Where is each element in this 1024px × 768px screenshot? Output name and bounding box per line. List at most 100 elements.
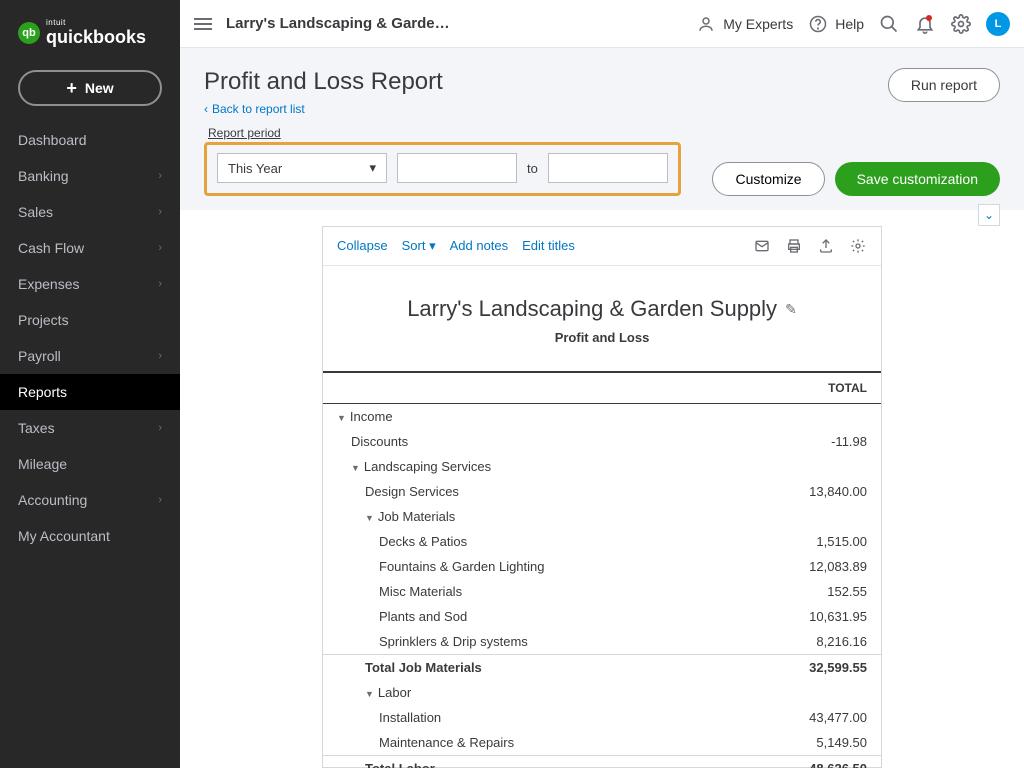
brand-intuit: intuit bbox=[46, 18, 146, 27]
report-area: Collapse Sort ▾ Add notes Edit titles bbox=[180, 210, 1024, 768]
row-label[interactable]: Misc Materials bbox=[323, 579, 732, 604]
row-label[interactable]: Total Labor bbox=[323, 756, 732, 768]
new-button[interactable]: + New bbox=[18, 70, 162, 106]
row-value[interactable]: 1,515.00 bbox=[732, 529, 881, 554]
user-avatar[interactable]: L bbox=[986, 12, 1010, 36]
edit-titles-link[interactable]: Edit titles bbox=[522, 238, 575, 254]
row-value[interactable]: 5,149.50 bbox=[732, 730, 881, 756]
sidebar-item-dashboard[interactable]: Dashboard bbox=[0, 122, 180, 158]
chevron-right-icon: › bbox=[158, 206, 162, 218]
notifications-icon[interactable] bbox=[914, 13, 936, 35]
sidebar-item-banking[interactable]: Banking› bbox=[0, 158, 180, 194]
email-icon[interactable] bbox=[753, 237, 771, 255]
export-icon[interactable] bbox=[817, 237, 835, 255]
hamburger-icon[interactable] bbox=[194, 18, 212, 30]
settings-gear-icon[interactable] bbox=[950, 13, 972, 35]
collapse-triangle-icon[interactable]: ▼ bbox=[365, 689, 374, 699]
table-row: Decks & Patios1,515.00 bbox=[323, 529, 881, 554]
table-row: Fountains & Garden Lighting12,083.89 bbox=[323, 554, 881, 579]
row-value[interactable]: 10,631.95 bbox=[732, 604, 881, 629]
print-icon[interactable] bbox=[785, 237, 803, 255]
run-report-button[interactable]: Run report bbox=[888, 68, 1000, 102]
row-value[interactable]: 13,840.00 bbox=[732, 479, 881, 504]
period-from-input[interactable] bbox=[397, 153, 517, 183]
notification-dot bbox=[926, 15, 932, 21]
row-value[interactable]: 32,599.55 bbox=[732, 655, 881, 681]
row-label[interactable]: Plants and Sod bbox=[323, 604, 732, 629]
sidebar-item-my-accountant[interactable]: My Accountant bbox=[0, 518, 180, 554]
expand-options-chevron[interactable]: ⌄ bbox=[978, 204, 1000, 226]
sidebar-item-accounting[interactable]: Accounting› bbox=[0, 482, 180, 518]
table-row: ▼Labor bbox=[323, 680, 881, 705]
customize-button[interactable]: Customize bbox=[712, 162, 824, 196]
sidebar-item-sales[interactable]: Sales › bbox=[0, 194, 180, 230]
report-period-label: Report period bbox=[208, 126, 681, 140]
my-experts-link[interactable]: My Experts bbox=[695, 13, 793, 35]
collapse-triangle-icon[interactable]: ▼ bbox=[337, 413, 346, 423]
sidebar-item-label: Accounting bbox=[18, 492, 87, 508]
search-icon[interactable] bbox=[878, 13, 900, 35]
new-button-label: New bbox=[85, 80, 114, 96]
table-header-blank bbox=[323, 372, 732, 404]
edit-title-pencil-icon[interactable]: ✎ bbox=[785, 301, 797, 318]
row-label[interactable]: Maintenance & Repairs bbox=[323, 730, 732, 756]
sidebar-item-payroll[interactable]: Payroll› bbox=[0, 338, 180, 374]
row-label[interactable]: Sprinklers & Drip systems bbox=[323, 629, 732, 655]
help-icon bbox=[807, 13, 829, 35]
row-value bbox=[732, 454, 881, 479]
report-settings-gear-icon[interactable] bbox=[849, 237, 867, 255]
row-value bbox=[732, 404, 881, 430]
sidebar: qb intuit quickbooks + New DashboardBank… bbox=[0, 0, 180, 768]
row-value[interactable]: 48,626.50 bbox=[732, 756, 881, 768]
sidebar-item-label: Taxes bbox=[18, 420, 55, 436]
sidebar-item-reports[interactable]: Reports bbox=[0, 374, 180, 410]
row-label[interactable]: Installation bbox=[323, 705, 732, 730]
chevron-right-icon: › bbox=[158, 242, 162, 254]
row-label: ▼Job Materials bbox=[323, 504, 732, 529]
period-to-input[interactable] bbox=[548, 153, 668, 183]
sidebar-item-label: Sales bbox=[18, 204, 53, 220]
collapse-triangle-icon[interactable]: ▼ bbox=[365, 513, 374, 523]
chevron-left-icon: ‹ bbox=[204, 102, 208, 116]
row-value[interactable]: 43,477.00 bbox=[732, 705, 881, 730]
add-notes-link[interactable]: Add notes bbox=[450, 238, 509, 254]
period-to-label: to bbox=[527, 161, 538, 176]
company-name: Larry's Landscaping & Garde… bbox=[226, 15, 450, 32]
row-value[interactable]: 12,083.89 bbox=[732, 554, 881, 579]
collapse-link[interactable]: Collapse bbox=[337, 238, 388, 254]
sidebar-item-label: Banking bbox=[18, 168, 69, 184]
row-value[interactable]: 8,216.16 bbox=[732, 629, 881, 655]
brand-name: quickbooks bbox=[46, 27, 146, 47]
sidebar-nav: DashboardBanking› Sales › Cash Flow › Expense… bbox=[0, 122, 180, 554]
sidebar-item-mileage[interactable]: Mileage bbox=[0, 446, 180, 482]
table-row: Maintenance & Repairs5,149.50 bbox=[323, 730, 881, 756]
row-value[interactable]: 152.55 bbox=[732, 579, 881, 604]
sidebar-item-taxes[interactable]: Taxes› bbox=[0, 410, 180, 446]
sort-link[interactable]: Sort ▾ bbox=[402, 238, 436, 254]
table-row: Plants and Sod10,631.95 bbox=[323, 604, 881, 629]
sidebar-item-label: My Accountant bbox=[18, 528, 110, 544]
help-link[interactable]: Help bbox=[807, 13, 864, 35]
topbar: Larry's Landscaping & Garde… My Experts … bbox=[180, 0, 1024, 48]
row-label[interactable]: Fountains & Garden Lighting bbox=[323, 554, 732, 579]
sidebar-item-label: Mileage bbox=[18, 456, 67, 472]
controls-row: Report period This Year ▾ to Customize S… bbox=[180, 126, 1024, 210]
period-preset-select[interactable]: This Year ▾ bbox=[217, 153, 387, 183]
row-label[interactable]: Decks & Patios bbox=[323, 529, 732, 554]
row-label[interactable]: Total Job Materials bbox=[323, 655, 732, 681]
qb-logo-icon: qb bbox=[18, 22, 40, 44]
row-label: ▼Labor bbox=[323, 680, 732, 705]
sidebar-item-cash-flow[interactable]: Cash Flow › bbox=[0, 230, 180, 266]
sidebar-item-expenses[interactable]: Expenses› bbox=[0, 266, 180, 302]
row-label[interactable]: Discounts bbox=[323, 429, 732, 454]
sidebar-item-label: Cash Flow bbox=[18, 240, 84, 256]
brand-logo: qb intuit quickbooks bbox=[0, 10, 180, 64]
row-label[interactable]: Design Services bbox=[323, 479, 732, 504]
row-value[interactable]: -11.98 bbox=[732, 429, 881, 454]
save-customization-button[interactable]: Save customization bbox=[835, 162, 1000, 196]
report-table: TOTAL ▼IncomeDiscounts-11.98▼Landscaping… bbox=[323, 371, 881, 768]
back-to-list-link[interactable]: ‹ Back to report list bbox=[204, 102, 443, 116]
sidebar-item-projects[interactable]: Projects bbox=[0, 302, 180, 338]
row-label: ▼Income bbox=[323, 404, 732, 430]
collapse-triangle-icon[interactable]: ▼ bbox=[351, 463, 360, 473]
